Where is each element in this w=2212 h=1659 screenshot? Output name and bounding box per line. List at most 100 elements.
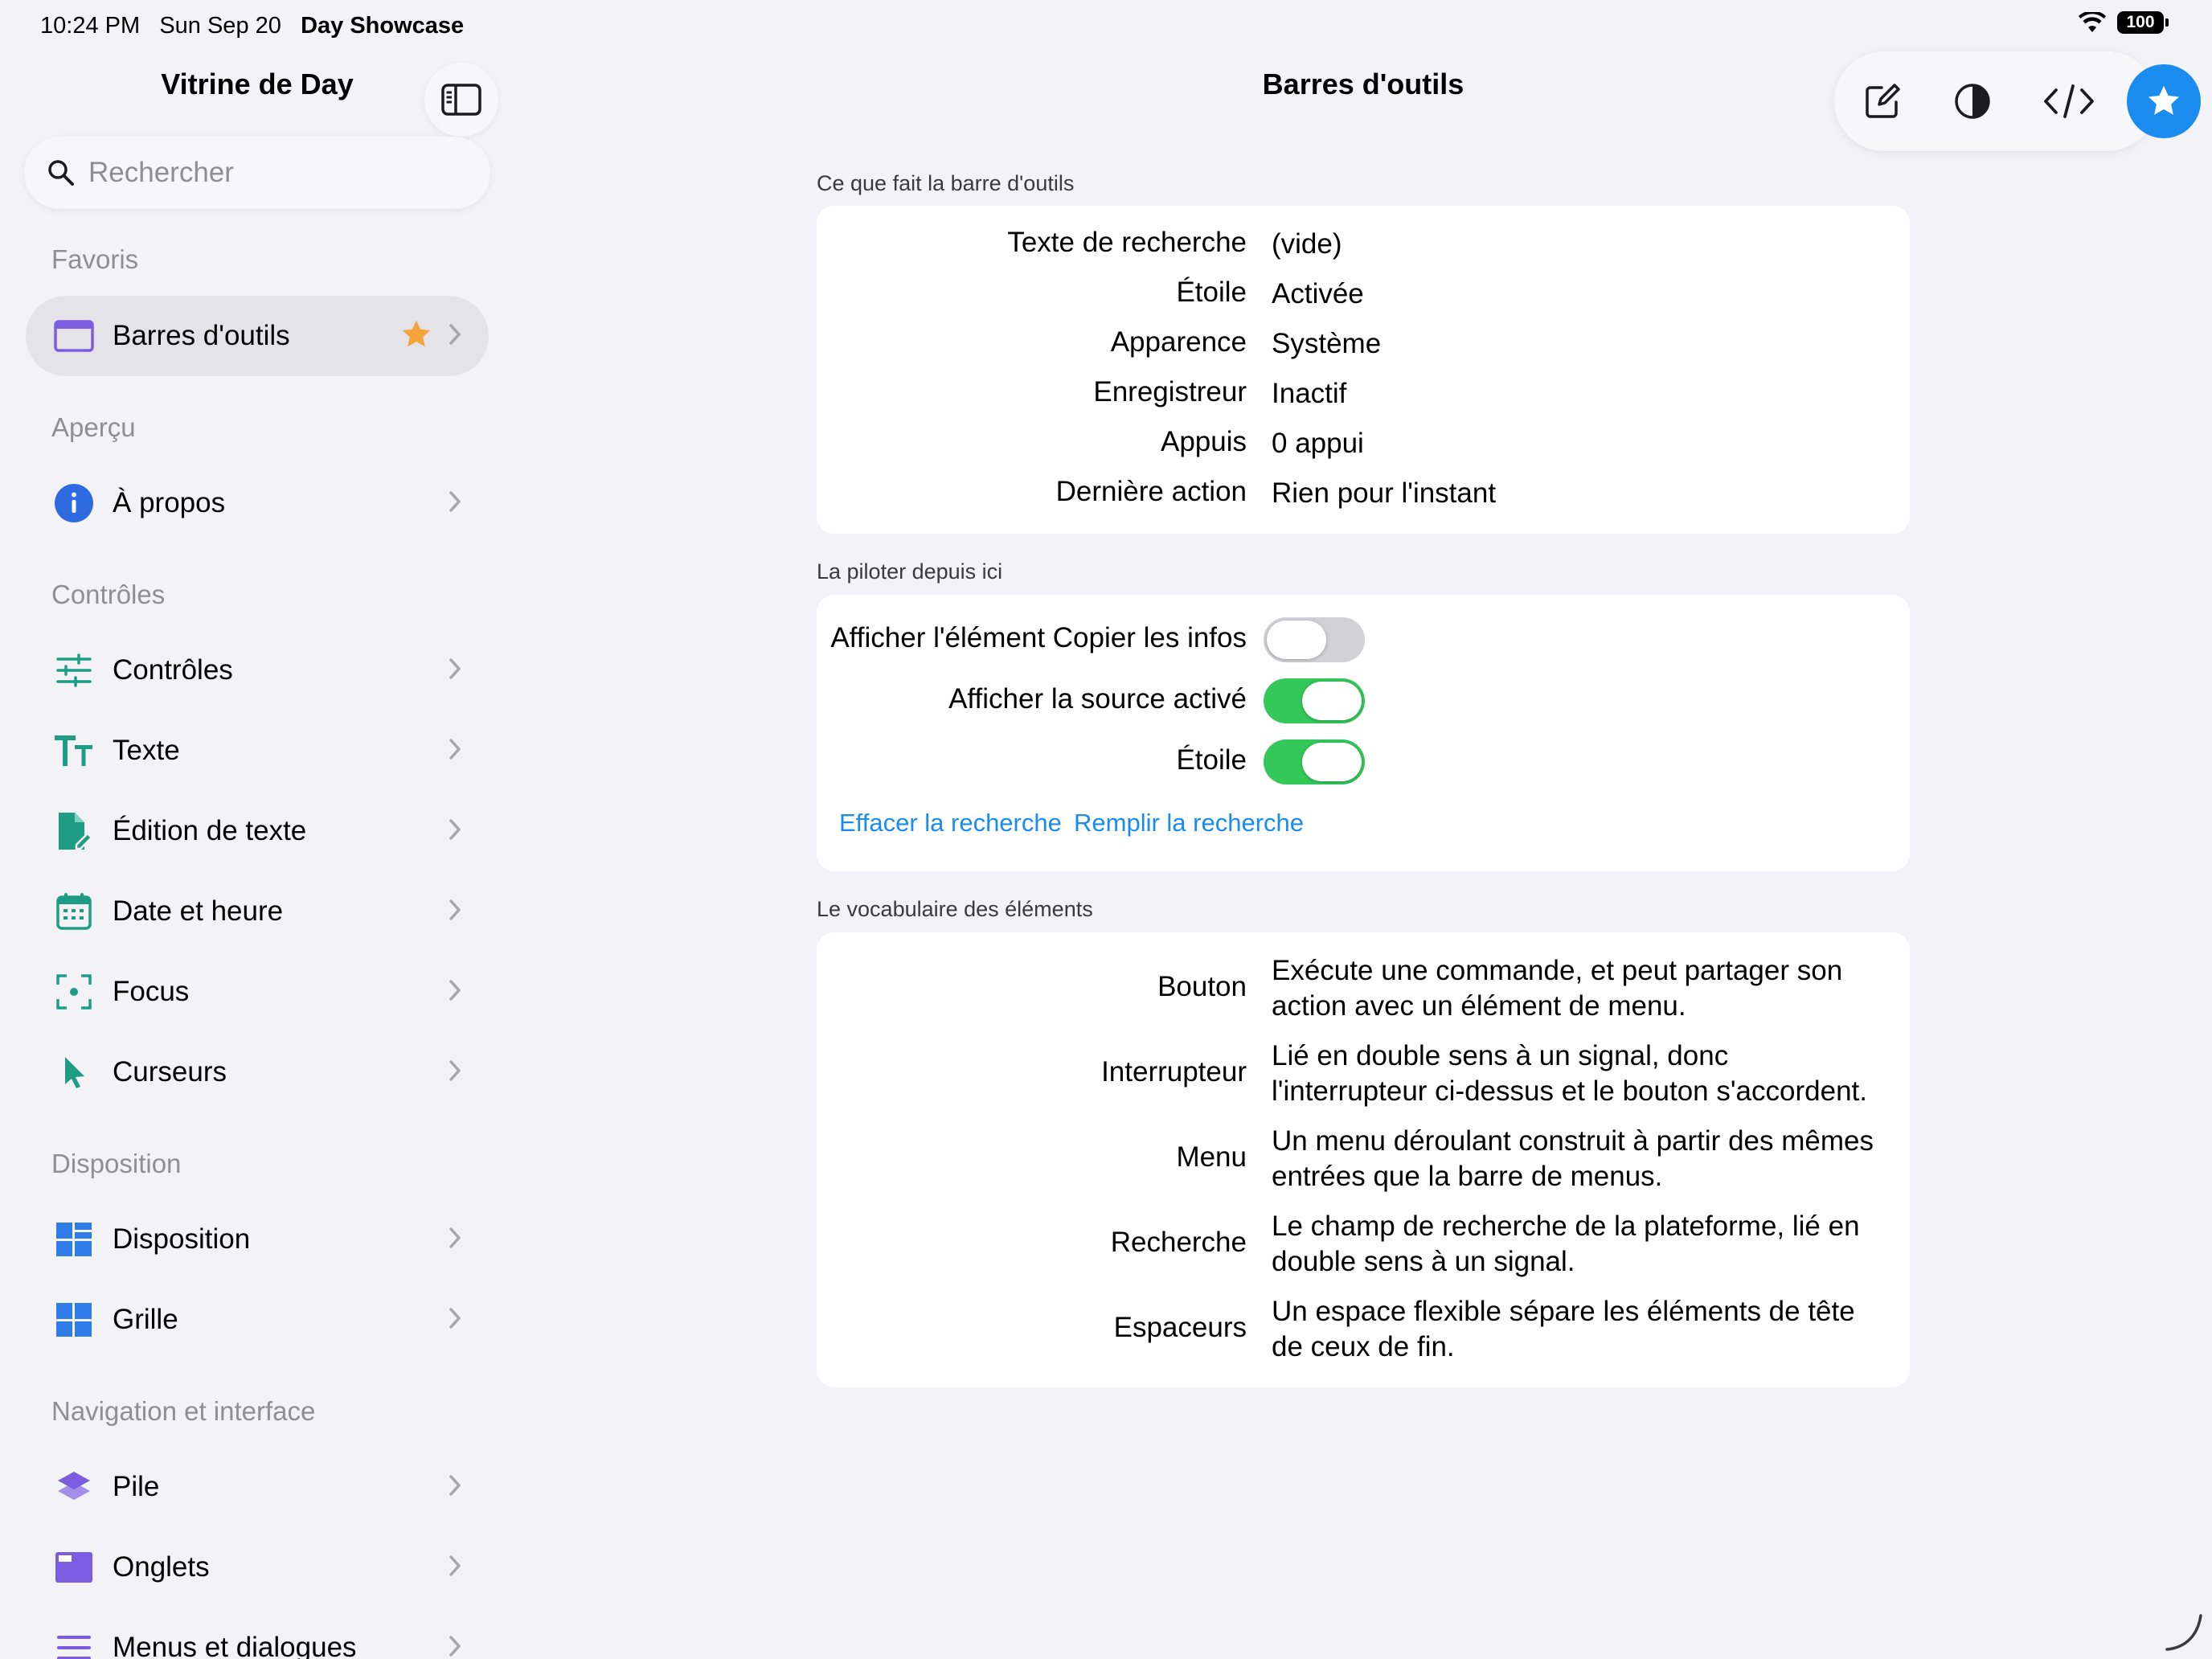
info-icon [51,481,96,526]
appearance-icon [1955,84,1990,119]
chevron-right-icon [449,1474,461,1501]
sidebar-item-label: Contrôles [113,654,233,686]
row-key: Recherche [1110,1227,1247,1258]
row-key: Interrupteur [1101,1056,1247,1088]
chevron-right-icon [449,1307,461,1333]
favorite-star-icon [400,319,432,354]
chevron-right-icon [449,818,461,845]
row-value: Rien pour l'instant [1272,477,1497,509]
sidebar-item-controles[interactable]: Contrôles [26,630,489,711]
section-header-controles: Contrôles [51,580,166,609]
sidebar-item-barres-d-outils[interactable]: Barres d'outils [26,296,489,376]
sliders-icon [51,648,96,693]
menu-icon [51,1625,96,1659]
text-size-icon [51,728,96,773]
sidebar-item-onglets[interactable]: Onglets [26,1527,489,1608]
battery-icon: 100 [2117,11,2169,34]
compose-button[interactable] [1845,64,1919,138]
section-header-apercu: Aperçu [51,412,136,442]
sidebar: 10:24 PM Sun Sep 20 Day Showcase Vitrine… [0,0,514,1659]
sidebar-item-focus[interactable]: Focus [26,952,489,1032]
sidebar-item-label: Disposition [113,1223,251,1255]
toggle-knob [1267,621,1326,659]
vocabulary-card: Bouton Exécute une commande, et peut part… [817,932,1910,1387]
sidebar-item-a-propos[interactable]: À propos [26,463,489,543]
row-key: Dernière action [1055,476,1247,507]
row-key: Appuis [1160,426,1247,457]
section-header-navigation: Navigation et interface [51,1396,316,1426]
toggle-knob [1302,682,1362,720]
chevron-right-icon [449,1059,461,1086]
sidebar-item-label: Onglets [113,1551,210,1583]
sidebar-item-texte[interactable]: Texte [26,711,489,791]
row-value: Inactif [1272,378,1347,409]
toolbar [1834,51,2201,151]
row-key: Menu [1176,1141,1247,1173]
sidebar-item-label: À propos [113,487,226,518]
code-button[interactable] [2032,64,2106,138]
search-input[interactable] [88,157,458,189]
appearance-button[interactable] [1936,64,2009,138]
star-toggle[interactable] [1264,739,1365,784]
sidebar-item-date-et-heure[interactable]: Date et heure [26,871,489,952]
sidebar-icon [441,84,481,116]
section-header-favoris: Favoris [51,244,139,274]
group-header-status: Ce que fait la barre d'outils [817,171,1075,195]
stack-icon [51,1464,96,1509]
chevron-right-icon [449,323,461,350]
sidebar-item-label: Édition de texte [113,815,307,846]
sidebar-item-label: Pile [113,1471,160,1502]
search-field[interactable] [24,137,490,209]
wifi-icon [2079,12,2106,32]
row-key: Enregistreur [1093,376,1247,408]
calendar-icon [51,889,96,934]
show-source-toggle[interactable] [1264,678,1365,723]
row-value: Exécute une commande, et peut partager s… [1272,955,1843,1022]
row-key: Bouton [1157,971,1247,1002]
document-edit-icon [51,809,96,854]
sidebar-toggle-button[interactable] [424,63,498,137]
row-value: Lié en double sens à un signal, donc l'i… [1272,1040,1867,1107]
toggle-label: Afficher la source activé [948,683,1247,715]
status-bar-right: 100 [2079,11,2169,34]
row-key: Apparence [1110,326,1247,358]
status-app-name: Day Showcase [301,13,465,39]
chevron-right-icon [449,1635,461,1659]
sidebar-item-label: Focus [113,976,190,1007]
chevron-right-icon [449,1555,461,1581]
status-bar-left: 10:24 PM Sun Sep 20 Day Showcase [40,13,464,39]
row-value: Activée [1272,278,1364,309]
row-value: 0 appui [1272,428,1364,459]
layout-icon [51,1217,96,1262]
section-header-disposition: Disposition [51,1149,182,1178]
row-value: Un espace flexible sépare les éléments d… [1272,1296,1855,1362]
row-value: (vide) [1272,228,1342,260]
controls-card: Afficher l'élément Copier les infos Affi… [817,595,1910,871]
sidebar-item-label: Date et heure [113,895,284,927]
group-header-controls: La piloter depuis ici [817,559,1003,584]
chevron-right-icon [449,657,461,684]
toggle-label: Afficher l'élément Copier les infos [830,622,1247,653]
star-icon [2149,85,2179,115]
resize-handle-icon[interactable] [2161,1609,2206,1654]
fill-search-link[interactable]: Remplir la recherche [1074,809,1304,838]
sidebar-item-edition-de-texte[interactable]: Édition de texte [26,791,489,871]
sidebar-item-pile[interactable]: Pile [26,1447,489,1527]
chevron-right-icon [449,979,461,1006]
copy-info-toggle[interactable] [1264,617,1365,662]
sidebar-item-label: Grille [113,1304,178,1335]
row-key: Espaceurs [1113,1312,1247,1343]
sidebar-item-label: Curseurs [113,1056,227,1088]
sidebar-item-label: Barres d'outils [113,320,290,351]
battery-level: 100 [2117,11,2164,34]
clear-search-link[interactable]: Effacer la recherche [839,809,1062,838]
row-key: Étoile [1176,276,1247,308]
row-key: Texte de recherche [1007,227,1247,258]
chevron-right-icon [449,899,461,925]
favorite-button[interactable] [2127,64,2201,138]
sidebar-item-menus-et-dialogues[interactable]: Menus et dialogues [26,1608,489,1659]
sidebar-item-grille[interactable]: Grille [26,1280,489,1360]
sidebar-item-disposition[interactable]: Disposition [26,1199,489,1280]
toggle-knob [1302,743,1362,781]
sidebar-item-curseurs[interactable]: Curseurs [26,1032,489,1112]
